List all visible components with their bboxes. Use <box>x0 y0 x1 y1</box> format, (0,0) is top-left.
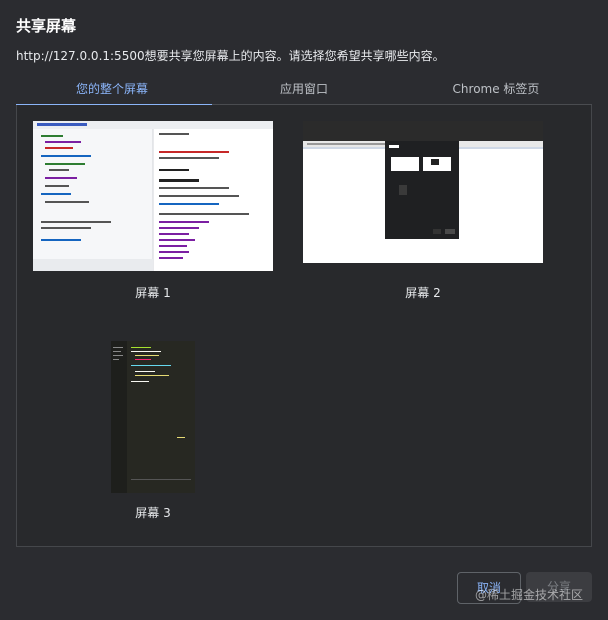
dialog-subtitle: http://127.0.0.1:5500想要共享您屏幕上的内容。请选择您希望共… <box>16 49 445 63</box>
screen-3-label: 屏幕 3 <box>135 506 171 520</box>
screen-option-1[interactable]: 屏幕 1 <box>31 121 275 301</box>
dialog-title: 共享屏幕 <box>16 17 77 35</box>
tab-chrome-tab[interactable]: Chrome 标签页 <box>400 78 592 104</box>
screen-2-thumbnail <box>303 121 543 263</box>
watermark: @稀土掘金技术社区 <box>475 588 584 602</box>
screen-1-preview-image <box>33 121 273 271</box>
screens-panel: 屏幕 1 屏幕 2 屏幕 3 <box>16 105 592 547</box>
share-screen-dialog: 共享屏幕 http://127.0.0.1:5500想要共享您屏幕上的内容。请选… <box>0 0 608 620</box>
screen-2-label: 屏幕 2 <box>405 286 441 300</box>
screen-2-preview-image <box>303 121 543 263</box>
screen-1-label: 屏幕 1 <box>135 286 171 300</box>
tab-entire-screen[interactable]: 您的整个屏幕 <box>16 78 208 104</box>
screen-3-thumbnail <box>111 341 195 493</box>
screen-option-2[interactable]: 屏幕 2 <box>301 121 545 301</box>
screen-option-3[interactable]: 屏幕 3 <box>65 341 241 521</box>
screen-3-preview-image <box>111 341 195 493</box>
tab-app-window[interactable]: 应用窗口 <box>208 78 400 104</box>
screen-1-thumbnail <box>33 121 273 271</box>
source-tabs: 您的整个屏幕 应用窗口 Chrome 标签页 <box>16 78 592 106</box>
